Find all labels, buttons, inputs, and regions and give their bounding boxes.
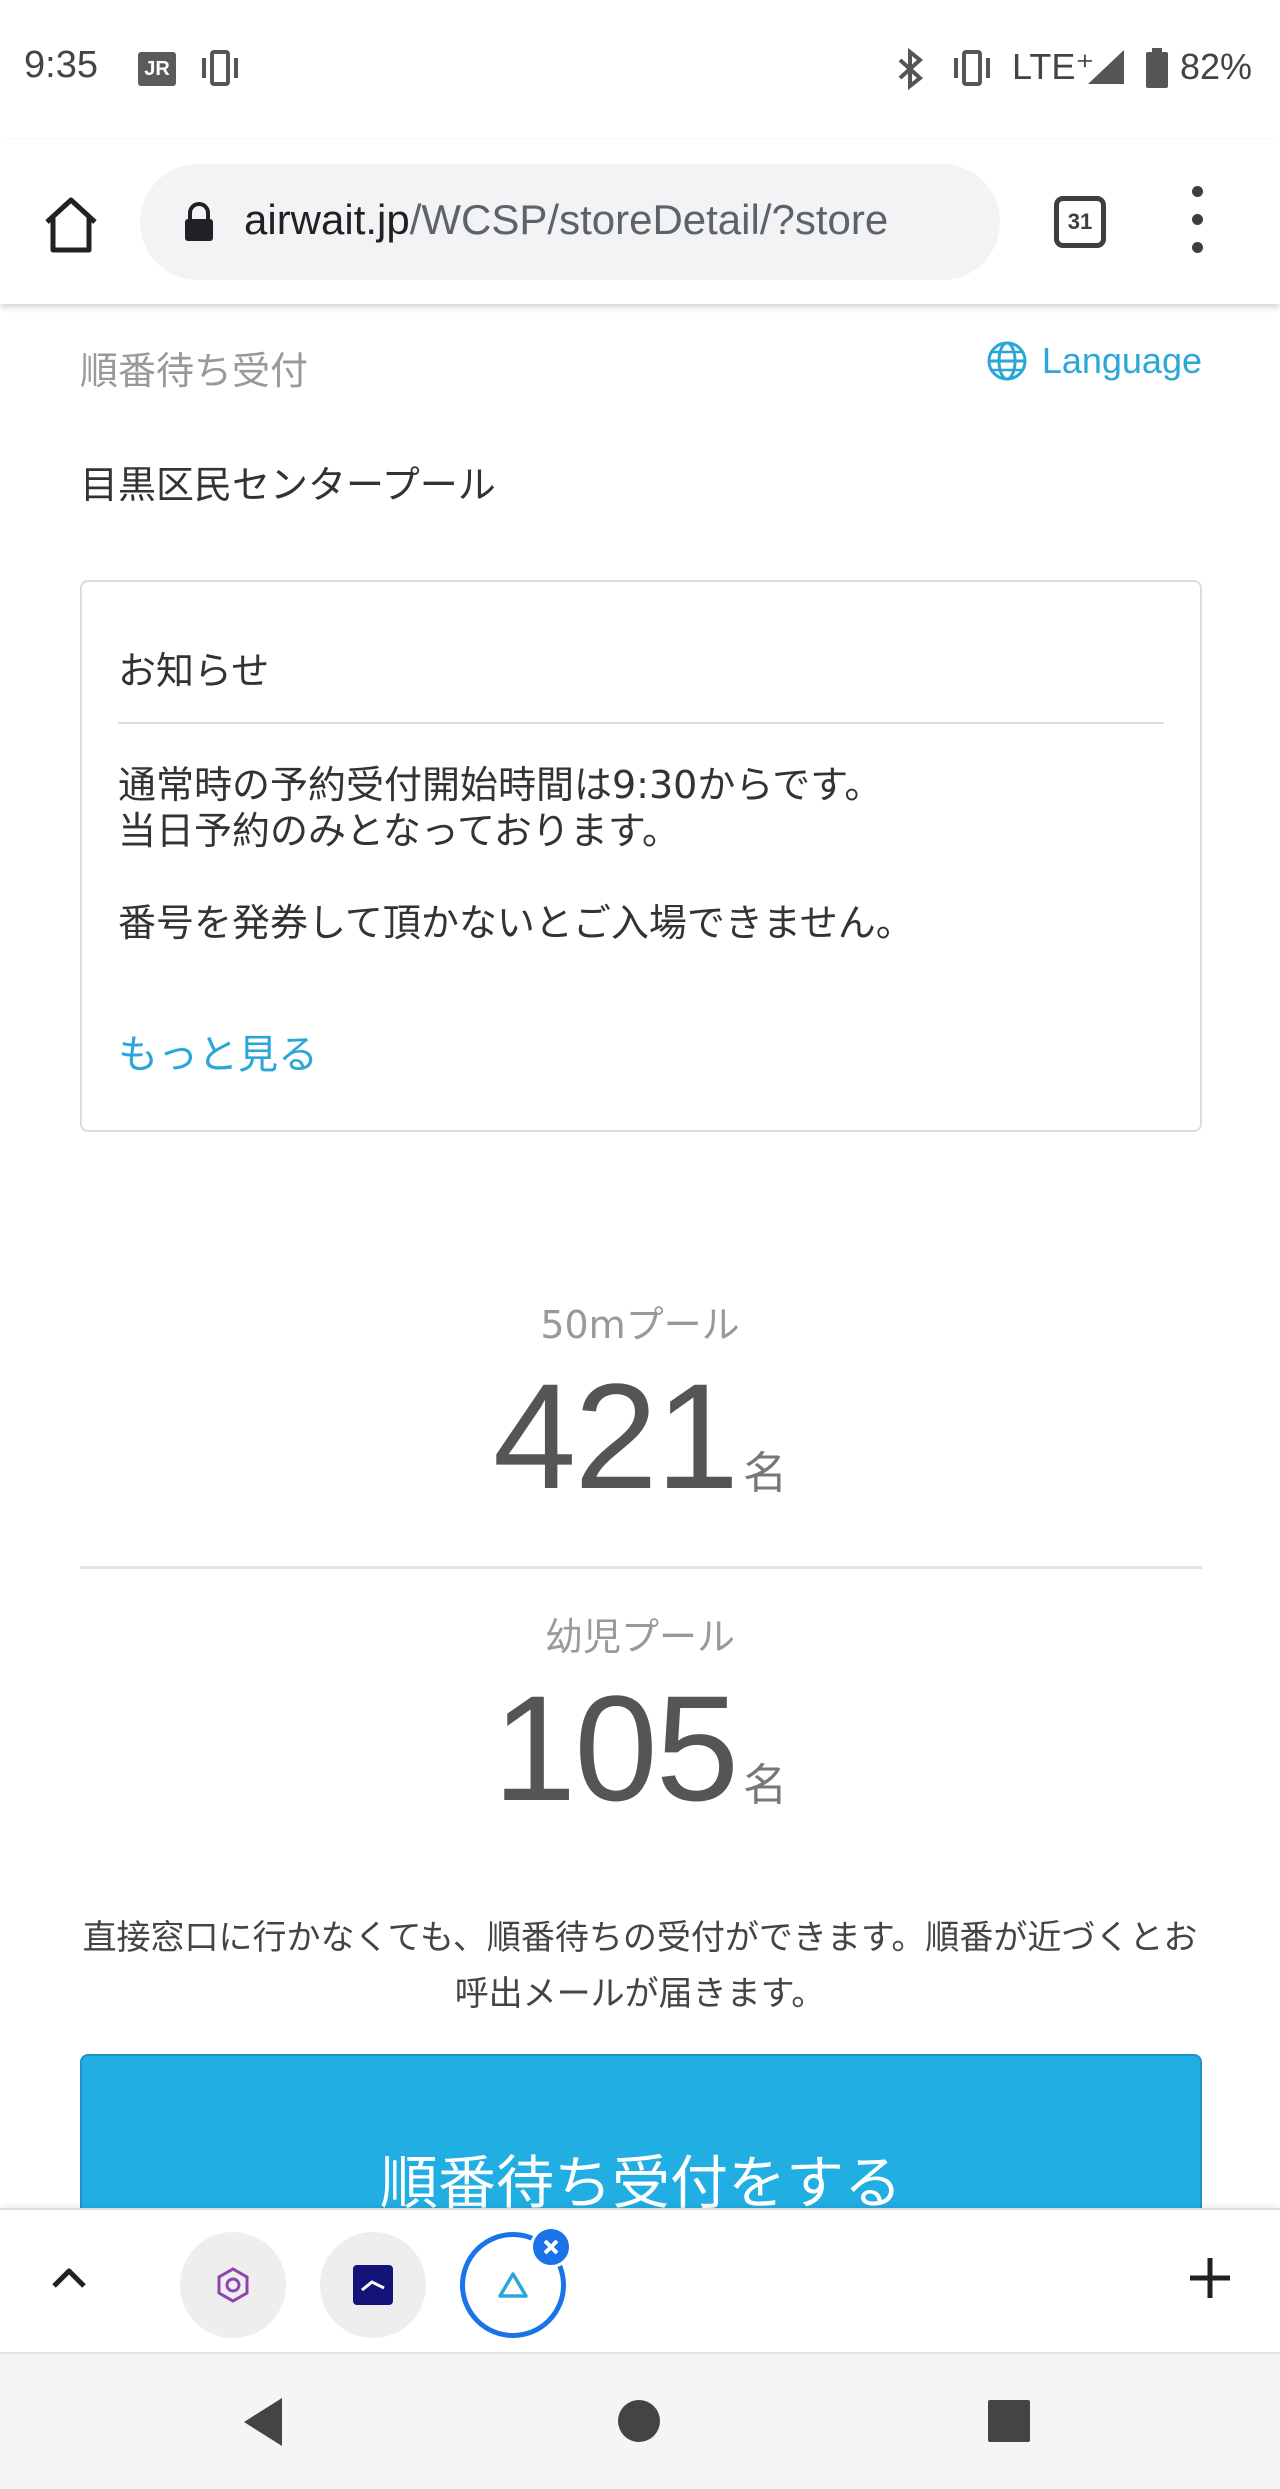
battery-icon <box>1144 48 1170 92</box>
vibrate-icon <box>196 48 244 92</box>
notice-title: お知らせ <box>118 649 270 693</box>
airwait-logo-icon <box>498 2272 528 2298</box>
queue-divider <box>80 1566 1202 1569</box>
helper-text: 直接窓口に行かなくても、順番待ちの受付ができます。順番が近づくとお呼出メールが届… <box>82 1918 1198 2014</box>
tab-meguro-city[interactable] <box>180 2232 286 2338</box>
store-name: 目黒区民センタープール <box>80 463 496 507</box>
vibrate-icon <box>948 48 996 92</box>
status-time: 9:35 <box>24 44 98 86</box>
url-bar[interactable]: airwait.jp/WCSP/storeDetail/?store <box>140 164 1000 280</box>
queue-unit: 名 <box>743 1760 788 1811</box>
notice-card: お知らせ 通常時の予約受付開始時間は9:30からです。 当日予約のみとなっており… <box>80 580 1202 1132</box>
notice-line: 通常時の予約受付開始時間は9:30からです。 <box>118 763 883 807</box>
lock-icon <box>182 202 216 246</box>
tab-switcher-button[interactable]: 31 <box>1054 196 1106 248</box>
queue-label: 50mプール <box>540 1303 740 1347</box>
close-icon <box>543 2239 559 2255</box>
tab-site[interactable] <box>320 2232 426 2338</box>
close-tab-button[interactable] <box>530 2226 572 2268</box>
notice-line: 番号を発券して頂かないとご入場できません。 <box>118 901 914 945</box>
overflow-menu-button[interactable] <box>1180 186 1216 258</box>
url-path: /WCSP/storeDetail/?store <box>409 196 889 243</box>
battery-level: 82% <box>1180 46 1253 87</box>
recents-button[interactable] <box>986 2398 1032 2448</box>
queue-unit: 名 <box>743 1448 788 1499</box>
globe-icon <box>987 341 1027 381</box>
bluetooth-icon <box>894 47 928 94</box>
back-button[interactable] <box>240 2396 286 2452</box>
recents-square-icon <box>988 2400 1030 2442</box>
site-logo-icon <box>353 2265 393 2305</box>
page-title: 順番待ち受付 <box>80 349 309 393</box>
menu-dot-icon <box>1192 214 1203 225</box>
queue-count: 105 <box>492 1664 739 1832</box>
jr-badge-icon: JR <box>138 52 176 86</box>
tab-strip <box>0 2208 1280 2352</box>
language-label: Language <box>1041 340 1202 381</box>
home-nav-button[interactable] <box>616 2398 662 2448</box>
chevron-up-icon[interactable] <box>48 2258 90 2304</box>
notice-line: 当日予約のみとなっております。 <box>118 809 681 853</box>
queue-label: 幼児プール <box>544 1615 735 1659</box>
system-nav-bar <box>0 2352 1280 2489</box>
url-text: airwait.jp/WCSP/storeDetail/?store <box>244 196 888 244</box>
queue-infant-pool: 幼児プール 105 名 <box>0 1606 1280 1823</box>
join-queue-button[interactable]: 順番待ち受付をする <box>80 2054 1202 2208</box>
menu-dot-icon <box>1192 242 1203 253</box>
back-triangle-icon <box>244 2398 282 2446</box>
url-domain: airwait.jp <box>244 196 410 243</box>
home-icon <box>45 197 97 253</box>
home-circle-icon <box>618 2400 660 2442</box>
network-type: LTE⁺ <box>1012 46 1095 87</box>
show-more-link[interactable]: もっと見る <box>118 1022 318 1080</box>
meguro-logo-icon <box>217 2267 249 2303</box>
queue-50m-pool: 50mプール 421 名 <box>0 1294 1280 1511</box>
page-content: 順番待ち受付 Language 目黒区民センタープール お知らせ 通常時の予約受… <box>0 304 1280 2208</box>
notice-divider <box>118 722 1164 724</box>
menu-dot-icon <box>1192 186 1203 197</box>
queue-count: 421 <box>492 1352 739 1520</box>
notice-body: 通常時の予約受付開始時間は9:30からです。 当日予約のみとなっております。 番… <box>118 762 1168 946</box>
browser-toolbar: airwait.jp/WCSP/storeDetail/?store 31 <box>0 140 1280 304</box>
language-link[interactable]: Language <box>986 340 1202 382</box>
plus-icon <box>1190 2258 1230 2298</box>
signal-icon <box>1086 48 1126 90</box>
home-button[interactable] <box>36 190 106 260</box>
add-tab-button[interactable] <box>1186 2254 1234 2306</box>
status-bar: 9:35 JR LTE⁺ 82% <box>0 0 1280 140</box>
